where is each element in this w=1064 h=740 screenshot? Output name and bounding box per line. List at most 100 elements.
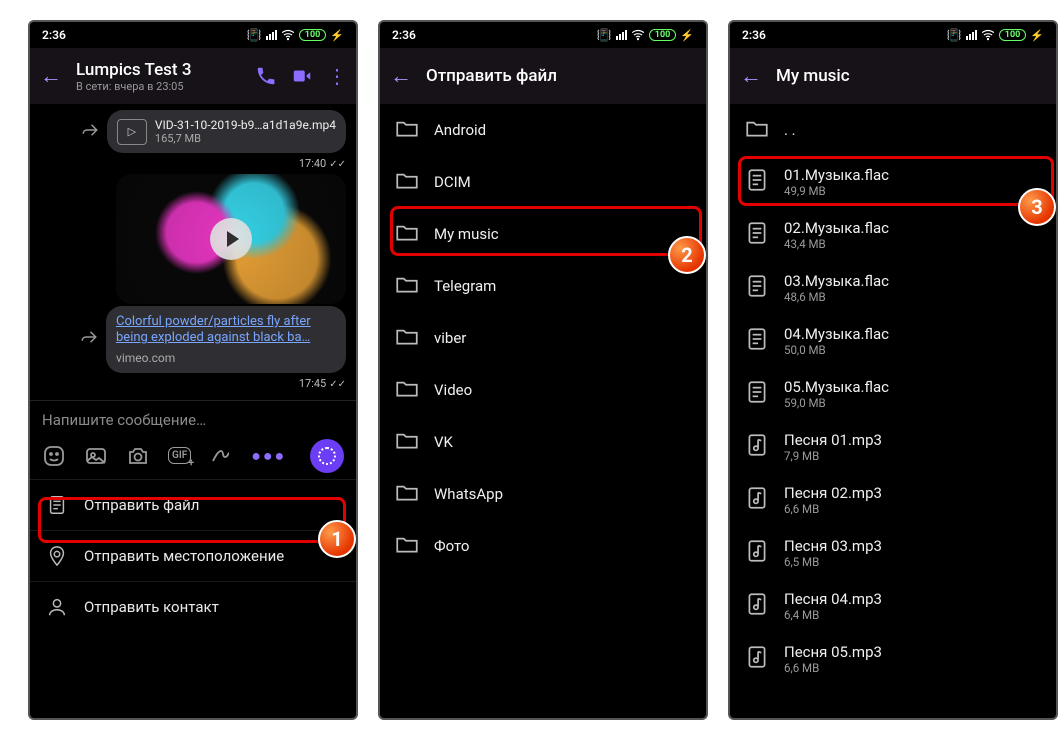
- play-icon[interactable]: [210, 218, 252, 260]
- folder-name: viber: [434, 329, 466, 347]
- send-contact-label: Отправить контакт: [84, 598, 219, 616]
- video-file-icon: ▷: [117, 119, 147, 145]
- menu-icon[interactable]: ⋮: [327, 64, 346, 88]
- file-item[interactable]: Песня 04.mp36,4 MB: [730, 580, 1056, 633]
- folder-name: Video: [434, 381, 472, 399]
- signal-icon: [616, 30, 627, 40]
- emoji-icon[interactable]: [42, 444, 66, 468]
- message-time: 17:45: [40, 377, 346, 390]
- file-size: 59,0 MB: [784, 396, 889, 410]
- file-size: 48,6 MB: [784, 290, 889, 304]
- more-icon[interactable]: ●●●: [251, 446, 286, 466]
- folder-name: WhatsApp: [434, 485, 503, 503]
- file-item[interactable]: Песня 01.mp37,9 MB: [730, 421, 1056, 474]
- file-item[interactable]: Песня 02.mp36,6 MB: [730, 474, 1056, 527]
- send-contact-option[interactable]: Отправить контакт: [30, 581, 356, 632]
- video-preview-message[interactable]: [116, 174, 346, 304]
- file-item[interactable]: Песня 03.mp36,5 MB: [730, 527, 1056, 580]
- folder-item[interactable]: My music: [380, 208, 706, 260]
- link-text[interactable]: Colorful powder/particles fly after bein…: [116, 314, 336, 347]
- file-item[interactable]: 01.Музыка.flac49,9 MB: [730, 156, 1056, 209]
- folder-item[interactable]: Фото: [380, 520, 706, 572]
- audio-file-icon: [744, 538, 770, 568]
- status-bar: 2:36 📳 100 ⚡: [730, 22, 1056, 48]
- back-icon[interactable]: [390, 63, 412, 89]
- folder-icon: [394, 375, 420, 405]
- callout-2: 2: [668, 236, 706, 274]
- gallery-icon[interactable]: [84, 444, 108, 468]
- link-message[interactable]: Colorful powder/particles fly after bein…: [106, 306, 346, 373]
- chat-title[interactable]: Lumpics Test 3: [76, 60, 241, 80]
- send-location-label: Отправить местоположение: [84, 547, 284, 565]
- status-time: 2:36: [42, 28, 66, 42]
- file-name: 01.Музыка.flac: [784, 166, 889, 184]
- folder-item[interactable]: WhatsApp: [380, 468, 706, 520]
- gif-icon[interactable]: GIF: [168, 447, 191, 464]
- status-bar: 2:36 📳 100 ⚡: [30, 22, 356, 48]
- file-size: 6,5 MB: [784, 555, 882, 569]
- folder-item[interactable]: viber: [380, 312, 706, 364]
- message-input-bar: Напишите сообщение… GIF ●●●: [30, 400, 356, 479]
- page-title: Отправить файл: [426, 66, 696, 86]
- back-icon[interactable]: [740, 63, 762, 89]
- folder-icon: [394, 323, 420, 353]
- folder-name: Telegram: [434, 277, 496, 295]
- charging-icon: ⚡: [1030, 29, 1044, 42]
- back-icon[interactable]: [40, 63, 62, 89]
- contact-icon: [46, 596, 68, 618]
- file-message[interactable]: ▷ VID-31-10-2019-b9…a1d1a9e.mp4 165,7 MB: [107, 110, 346, 153]
- file-name: Песня 04.mp3: [784, 590, 882, 608]
- folder-icon: [394, 531, 420, 561]
- audio-file-icon: [744, 644, 770, 674]
- file-name: 02.Музыка.flac: [784, 219, 889, 237]
- folder-item[interactable]: VK: [380, 416, 706, 468]
- camera-icon[interactable]: [126, 444, 150, 468]
- file-size: 7,9 MB: [784, 449, 882, 463]
- document-file-icon: [744, 379, 770, 409]
- folder-item[interactable]: DCIM: [380, 156, 706, 208]
- file-item[interactable]: 02.Музыка.flac43,4 MB: [730, 209, 1056, 262]
- folder-name: My music: [434, 225, 499, 243]
- phone-chat: 2:36 📳 100 ⚡ Lumpics Test 3 В сети: вчер…: [28, 20, 358, 720]
- file-icon: [46, 494, 68, 516]
- send-button[interactable]: [310, 439, 344, 473]
- vibrate-icon: 📳: [597, 28, 612, 42]
- location-icon: [46, 545, 68, 567]
- folder-item[interactable]: Android: [380, 104, 706, 156]
- file-size: 165,7 MB: [155, 132, 336, 145]
- file-size: 6,6 MB: [784, 661, 882, 675]
- file-size: 6,4 MB: [784, 608, 882, 622]
- file-item[interactable]: Песня 05.mp36,6 MB: [730, 633, 1056, 686]
- folder-item[interactable]: Telegram: [380, 260, 706, 312]
- folder-name: Android: [434, 121, 486, 139]
- send-file-label: Отправить файл: [84, 496, 199, 514]
- forward-icon[interactable]: [81, 121, 99, 143]
- send-location-option[interactable]: Отправить местоположение: [30, 530, 356, 581]
- battery-icon: 100: [649, 29, 677, 41]
- document-file-icon: [744, 220, 770, 250]
- file-item[interactable]: 04.Музыка.flac50,0 MB: [730, 315, 1056, 368]
- signal-icon: [966, 30, 977, 40]
- doodle-icon[interactable]: [209, 444, 233, 468]
- vibrate-icon: 📳: [247, 28, 262, 42]
- folder-icon: [394, 427, 420, 457]
- file-item[interactable]: 05.Музыка.flac59,0 MB: [730, 368, 1056, 421]
- forward-icon[interactable]: [80, 328, 98, 350]
- folder-name: Фото: [434, 537, 469, 555]
- wifi-icon: [631, 28, 645, 42]
- parent-directory[interactable]: . .: [730, 104, 1056, 156]
- video-call-icon[interactable]: [291, 65, 313, 87]
- file-item[interactable]: 03.Музыка.flac48,6 MB: [730, 262, 1056, 315]
- file-name: Песня 02.mp3: [784, 484, 882, 502]
- message-input[interactable]: Напишите сообщение…: [42, 411, 344, 429]
- folder-icon: [394, 479, 420, 509]
- parent-label: . .: [784, 121, 796, 139]
- page-title: My music: [776, 66, 1046, 86]
- audio-file-icon: [744, 432, 770, 462]
- battery-icon: 100: [999, 29, 1027, 41]
- call-icon[interactable]: [255, 65, 277, 87]
- send-file-option[interactable]: Отправить файл: [30, 479, 356, 530]
- file-size: 50,0 MB: [784, 343, 889, 357]
- file-browser-header: Отправить файл: [380, 48, 706, 104]
- folder-item[interactable]: Video: [380, 364, 706, 416]
